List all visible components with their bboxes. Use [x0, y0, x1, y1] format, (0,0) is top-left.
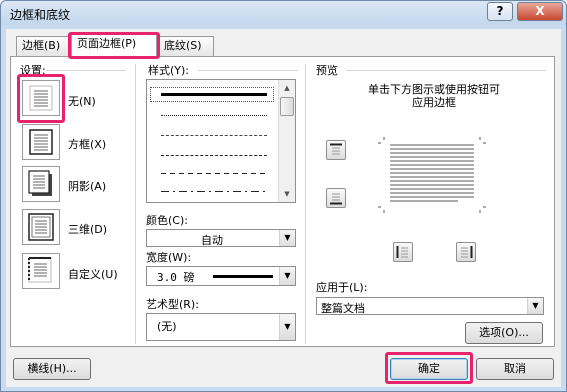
- width-line-sample: [213, 275, 273, 278]
- bottom-border-button[interactable]: [326, 188, 346, 208]
- chevron-down-icon[interactable]: ▼: [279, 267, 295, 285]
- apply-to-label: 应用于(L):: [316, 281, 368, 294]
- apply-to-value: 整篇文档: [321, 302, 365, 315]
- settings-divider: [46, 70, 126, 71]
- color-label: 颜色(C):: [146, 214, 188, 227]
- window-title: 边框和底纹: [10, 8, 71, 22]
- setting-custom-label: 自定义(U): [68, 268, 118, 281]
- setting-3d-button[interactable]: [22, 209, 60, 245]
- column-divider-1: [135, 64, 136, 344]
- scroll-down-icon[interactable]: ▼: [279, 186, 295, 202]
- right-border-icon: [461, 246, 473, 258]
- width-value: 3.0 磅: [157, 271, 195, 284]
- top-border-icon: [330, 143, 342, 155]
- style-divider: [198, 70, 298, 71]
- line-style-dashed-fine[interactable]: [161, 155, 267, 156]
- scroll-thumb[interactable]: [280, 97, 294, 116]
- preview-title: 预览: [316, 64, 338, 77]
- setting-box-button[interactable]: [22, 124, 60, 160]
- chevron-down-icon[interactable]: ▼: [279, 314, 295, 340]
- tab-borders[interactable]: 边框(B): [16, 36, 70, 56]
- setting-none-icon: [29, 85, 53, 111]
- line-style-dotted[interactable]: [161, 115, 267, 116]
- line-style-scrollbar[interactable]: ▲ ▼: [278, 80, 295, 202]
- help-button[interactable]: ?: [487, 2, 513, 21]
- left-border-icon: [396, 246, 408, 258]
- column-divider-2: [305, 64, 306, 344]
- title-bar: 边框和底纹 ? X: [1, 1, 566, 25]
- close-button[interactable]: X: [517, 2, 563, 21]
- tab-page-border[interactable]: 页面边框(P): [71, 34, 157, 58]
- setting-none-button[interactable]: [22, 80, 60, 116]
- art-select[interactable]: (无) ▼: [146, 313, 296, 341]
- preview-page-graphic: [378, 137, 486, 213]
- setting-shadow-icon: [28, 170, 52, 196]
- chevron-down-icon[interactable]: ▼: [527, 298, 543, 314]
- setting-custom-button[interactable]: [22, 253, 60, 289]
- setting-3d-label: 三维(D): [68, 223, 108, 236]
- bottom-border-icon: [330, 193, 342, 205]
- left-border-button[interactable]: [393, 242, 413, 262]
- horizontal-line-button[interactable]: 横线(H)...: [13, 358, 91, 380]
- setting-shadow-label: 阴影(A): [68, 180, 107, 193]
- setting-custom-icon: [28, 257, 52, 283]
- preview-divider: [346, 70, 546, 71]
- chevron-down-icon[interactable]: ▼: [279, 230, 295, 246]
- setting-shadow-button[interactable]: [22, 166, 60, 202]
- line-style-selection: [150, 87, 274, 102]
- line-style-list[interactable]: ▲ ▼: [146, 79, 296, 203]
- scroll-up-icon[interactable]: ▲: [279, 80, 295, 96]
- top-border-button[interactable]: [326, 140, 346, 160]
- setting-box-icon: [29, 129, 53, 155]
- right-border-button[interactable]: [456, 242, 476, 262]
- line-style-dashed[interactable]: [161, 173, 267, 174]
- ok-button[interactable]: 确定: [390, 358, 468, 380]
- color-value: 自动: [201, 234, 223, 247]
- apply-to-select[interactable]: 整篇文档 ▼: [316, 297, 544, 315]
- options-button[interactable]: 选项(O)...: [465, 322, 543, 344]
- width-select[interactable]: 3.0 磅 ▼: [146, 266, 296, 286]
- width-label: 宽度(W):: [146, 251, 192, 264]
- tab-shading[interactable]: 底纹(S): [158, 36, 214, 56]
- preview-hint-line2: 应用边框: [412, 96, 456, 109]
- line-style-dash-dot[interactable]: [161, 191, 267, 192]
- setting-box-label: 方框(X): [68, 138, 107, 151]
- style-title: 样式(Y):: [148, 64, 190, 77]
- setting-3d-icon: [28, 213, 54, 241]
- setting-none-label: 无(N): [68, 95, 96, 108]
- preview-page[interactable]: [378, 137, 486, 213]
- settings-title: 设置:: [20, 64, 46, 77]
- line-style-dash-dot-dot[interactable]: [161, 135, 267, 136]
- art-value: (无): [157, 320, 177, 333]
- art-label: 艺术型(R):: [146, 298, 199, 311]
- cancel-button[interactable]: 取消: [476, 358, 554, 380]
- color-select[interactable]: 自动 ▼: [146, 229, 296, 247]
